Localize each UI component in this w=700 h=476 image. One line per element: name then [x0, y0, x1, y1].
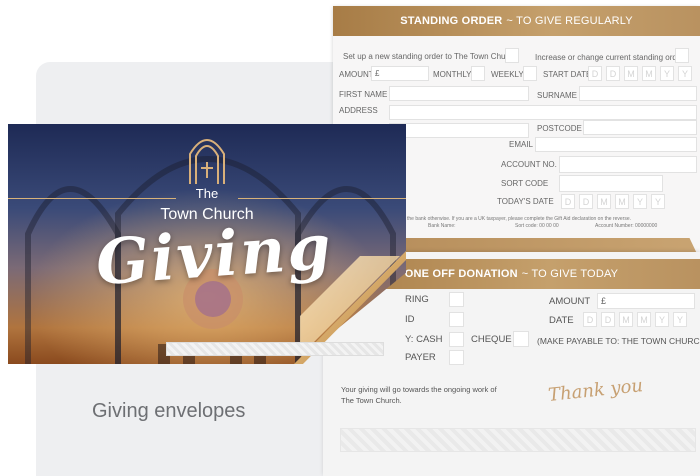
fine-print: the bank otherwise. If you are a UK taxp… — [407, 216, 632, 222]
increase-checkbox[interactable] — [675, 48, 689, 63]
one-off-date-char[interactable]: D — [601, 312, 615, 327]
account-no-label: ACCOUNT NO. — [501, 160, 557, 169]
cheque-label: CHEQUE — [471, 334, 512, 345]
email-label: EMAIL — [509, 140, 534, 149]
one-off-currency: £ — [601, 296, 607, 306]
email-field[interactable] — [535, 137, 697, 152]
one-off-amount-label: AMOUNT — [549, 296, 591, 307]
one-off-subtitle: ~ TO GIVE TODAY — [521, 268, 619, 280]
start-date-char[interactable]: D — [606, 66, 620, 81]
seal-strip — [340, 428, 696, 452]
id-checkbox[interactable] — [449, 312, 464, 327]
cheque-checkbox[interactable] — [513, 331, 529, 347]
first-name-field[interactable] — [389, 86, 529, 101]
caption: Giving envelopes — [92, 400, 246, 422]
todays-date-label: TODAY'S DATE — [497, 197, 554, 206]
payer-label: PAYER — [405, 352, 436, 363]
todays-date-char[interactable]: D — [561, 194, 575, 209]
amount-label: AMOUNT — [339, 70, 374, 79]
account-no-field[interactable] — [559, 156, 697, 173]
increase-text: Increase or change current standing orde… — [535, 53, 684, 62]
church-name-the: The — [195, 186, 219, 201]
currency-sign: £ — [375, 69, 380, 78]
one-off-date-char[interactable]: Y — [655, 312, 669, 327]
setup-checkbox[interactable] — [505, 48, 519, 63]
envelope-seal-strip — [166, 342, 384, 356]
postcode-label: POSTCODE — [537, 124, 582, 133]
payable-note: (MAKE PAYABLE TO: THE TOWN CHURCH) — [537, 336, 700, 346]
start-date-char[interactable]: Y — [678, 66, 692, 81]
surname-field[interactable] — [579, 86, 697, 101]
sort-code-field[interactable] — [559, 175, 663, 192]
todays-date-char[interactable]: Y — [651, 194, 665, 209]
todays-date-char[interactable]: Y — [633, 194, 647, 209]
account-small: Account Number: 00000000 — [595, 223, 658, 229]
standing-order-title: STANDING ORDER — [400, 15, 503, 27]
todays-date-char[interactable]: M — [615, 194, 629, 209]
bank-name-label: Bank Name: — [428, 223, 456, 229]
start-date-char[interactable]: D — [588, 66, 602, 81]
amount-field[interactable]: £ — [371, 66, 429, 81]
sort-code-label: SORT CODE — [501, 179, 549, 188]
monthly-checkbox[interactable] — [471, 66, 485, 81]
ring-label: RING — [405, 294, 429, 305]
address-field-2[interactable] — [389, 123, 529, 138]
one-off-amount-field[interactable]: £ — [597, 293, 695, 309]
standing-order-header: STANDING ORDER ~ TO GIVE REGULARLY — [333, 6, 700, 36]
sort-code-small: Sort code: 00 00 00 — [515, 223, 559, 229]
giving-note: Your giving will go towards the ongoing … — [341, 385, 497, 405]
start-date-label: START DATE — [543, 70, 592, 79]
ring-checkbox[interactable] — [449, 292, 464, 307]
one-off-date-char[interactable]: D — [583, 312, 597, 327]
church-logo-icon — [189, 139, 225, 184]
address-field-1[interactable] — [389, 105, 697, 120]
first-name-label: FIRST NAME — [339, 90, 388, 99]
todays-date-char[interactable]: D — [579, 194, 593, 209]
start-date-char[interactable]: M — [624, 66, 638, 81]
one-off-date-char[interactable]: M — [619, 312, 633, 327]
todays-date-char[interactable]: M — [597, 194, 611, 209]
one-off-date-char[interactable]: M — [637, 312, 651, 327]
start-date-char[interactable]: Y — [660, 66, 674, 81]
one-off-date-char[interactable]: Y — [673, 312, 687, 327]
address-label: ADDRESS — [339, 106, 378, 115]
surname-label: SURNAME — [537, 91, 578, 100]
one-off-date-label: DATE — [549, 315, 574, 326]
one-off-title: ONE OFF DONATION — [404, 268, 518, 280]
cash-checkbox[interactable] — [449, 332, 464, 347]
weekly-label: WEEKLY — [491, 70, 524, 79]
payer-checkbox[interactable] — [449, 350, 464, 365]
postcode-field[interactable] — [583, 120, 697, 135]
standing-order-subtitle: ~ TO GIVE REGULARLY — [506, 15, 633, 27]
start-date-char[interactable]: M — [642, 66, 656, 81]
monthly-label: MONTHLY — [433, 70, 472, 79]
cash-label: Y: CASH — [405, 334, 443, 345]
setup-text: Set up a new standing order to The Town … — [343, 52, 517, 61]
id-label: ID — [405, 314, 415, 325]
weekly-checkbox[interactable] — [523, 66, 537, 81]
